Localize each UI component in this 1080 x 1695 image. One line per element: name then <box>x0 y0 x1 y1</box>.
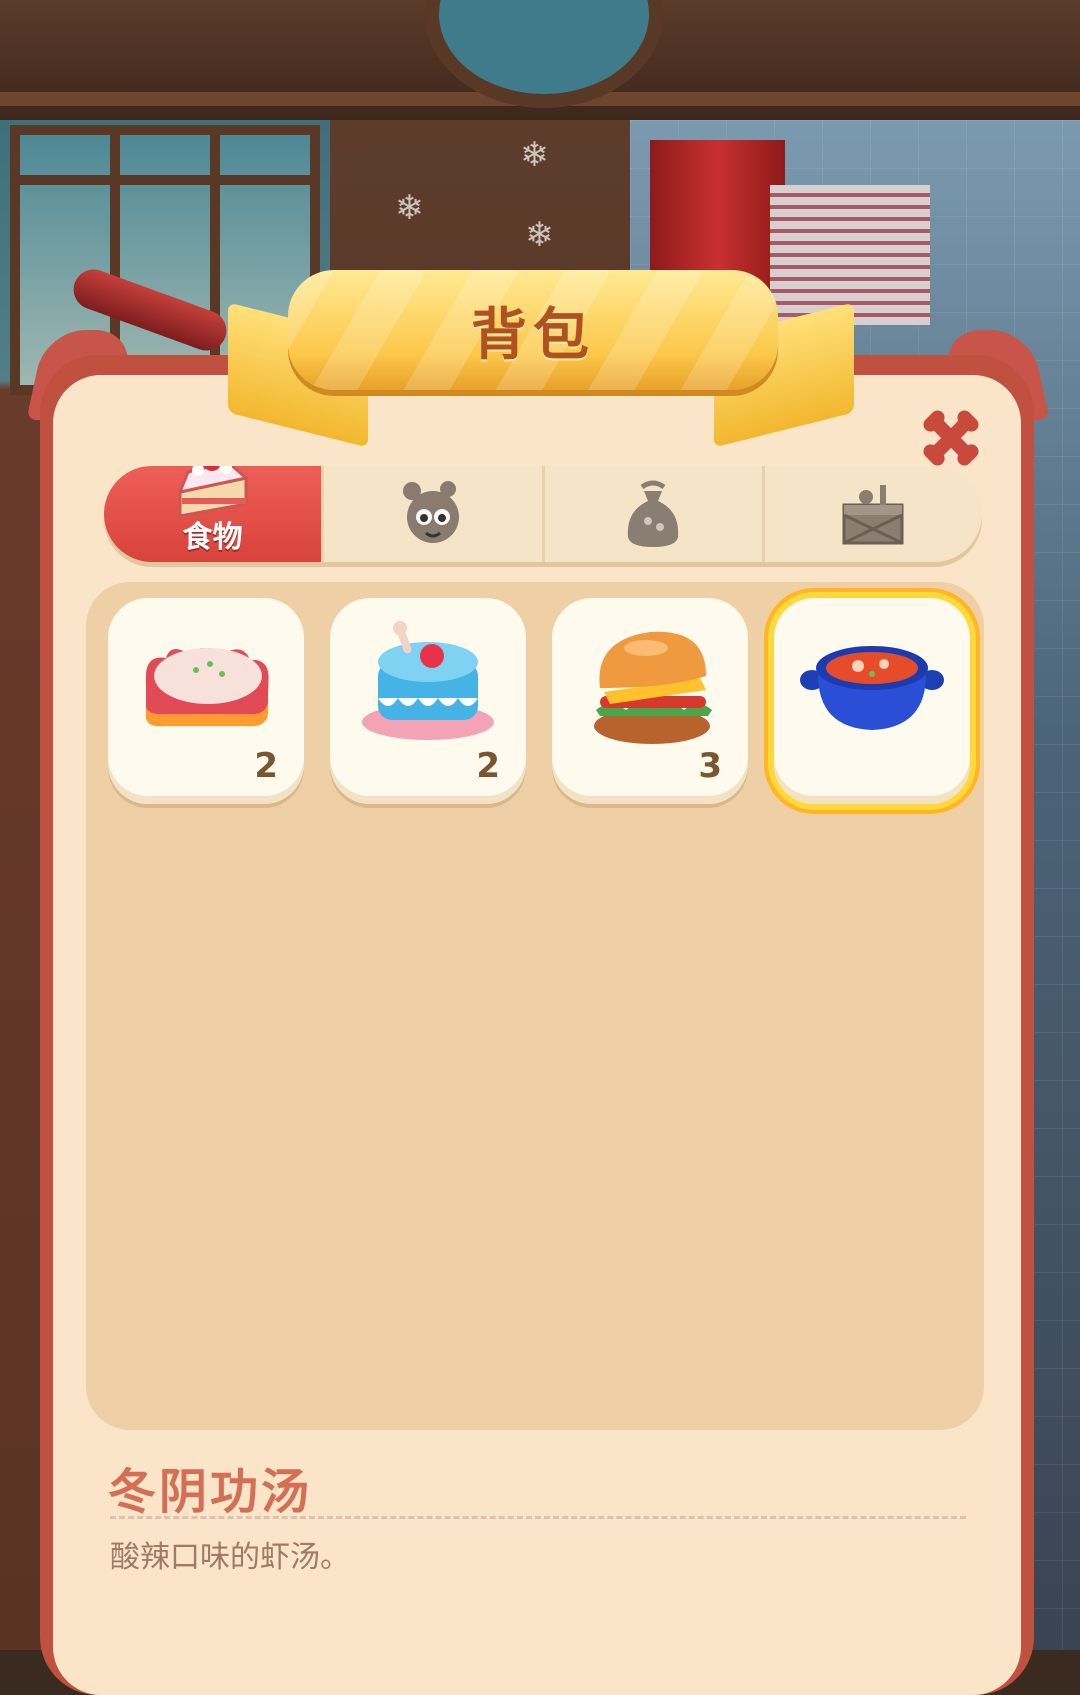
toy-icon <box>402 481 459 543</box>
snowflake-icon: ❄ <box>395 188 424 228</box>
snowflake-icon: ❄ <box>520 135 549 175</box>
tab-food[interactable]: 食物 <box>104 466 325 562</box>
category-tabs: 食物 <box>104 466 982 562</box>
divider <box>110 1516 966 1519</box>
item-count: 2 <box>254 746 278 786</box>
tab-crates[interactable] <box>765 466 982 562</box>
item-count: 3 <box>698 746 722 786</box>
selected-item-description: 酸辣口味的虾汤。 <box>110 1540 350 1575</box>
close-button[interactable] <box>918 404 984 470</box>
item-slot-4[interactable] <box>774 598 970 804</box>
bag-icon <box>627 480 679 547</box>
selected-item-name: 冬阴功汤 <box>108 1464 313 1520</box>
page-title: 背包 <box>471 302 595 368</box>
blue-cake-icon <box>362 621 494 740</box>
item-count: 2 <box>476 746 500 786</box>
tab-toys[interactable] <box>324 466 545 562</box>
cat-cake-icon <box>145 648 269 727</box>
tab-bags[interactable] <box>545 466 765 562</box>
tab-food-label: 食物 <box>182 520 243 555</box>
item-slot-2[interactable]: 2 <box>330 598 526 804</box>
item-slot-3[interactable]: 3 <box>552 598 748 804</box>
title-ribbon: 背包 <box>288 270 778 390</box>
crate-icon <box>842 485 904 545</box>
soup-pot-icon <box>800 646 944 730</box>
burger-icon <box>594 631 712 744</box>
item-slot-1[interactable]: 2 <box>108 598 304 804</box>
snowflake-icon: ❄ <box>525 215 554 255</box>
